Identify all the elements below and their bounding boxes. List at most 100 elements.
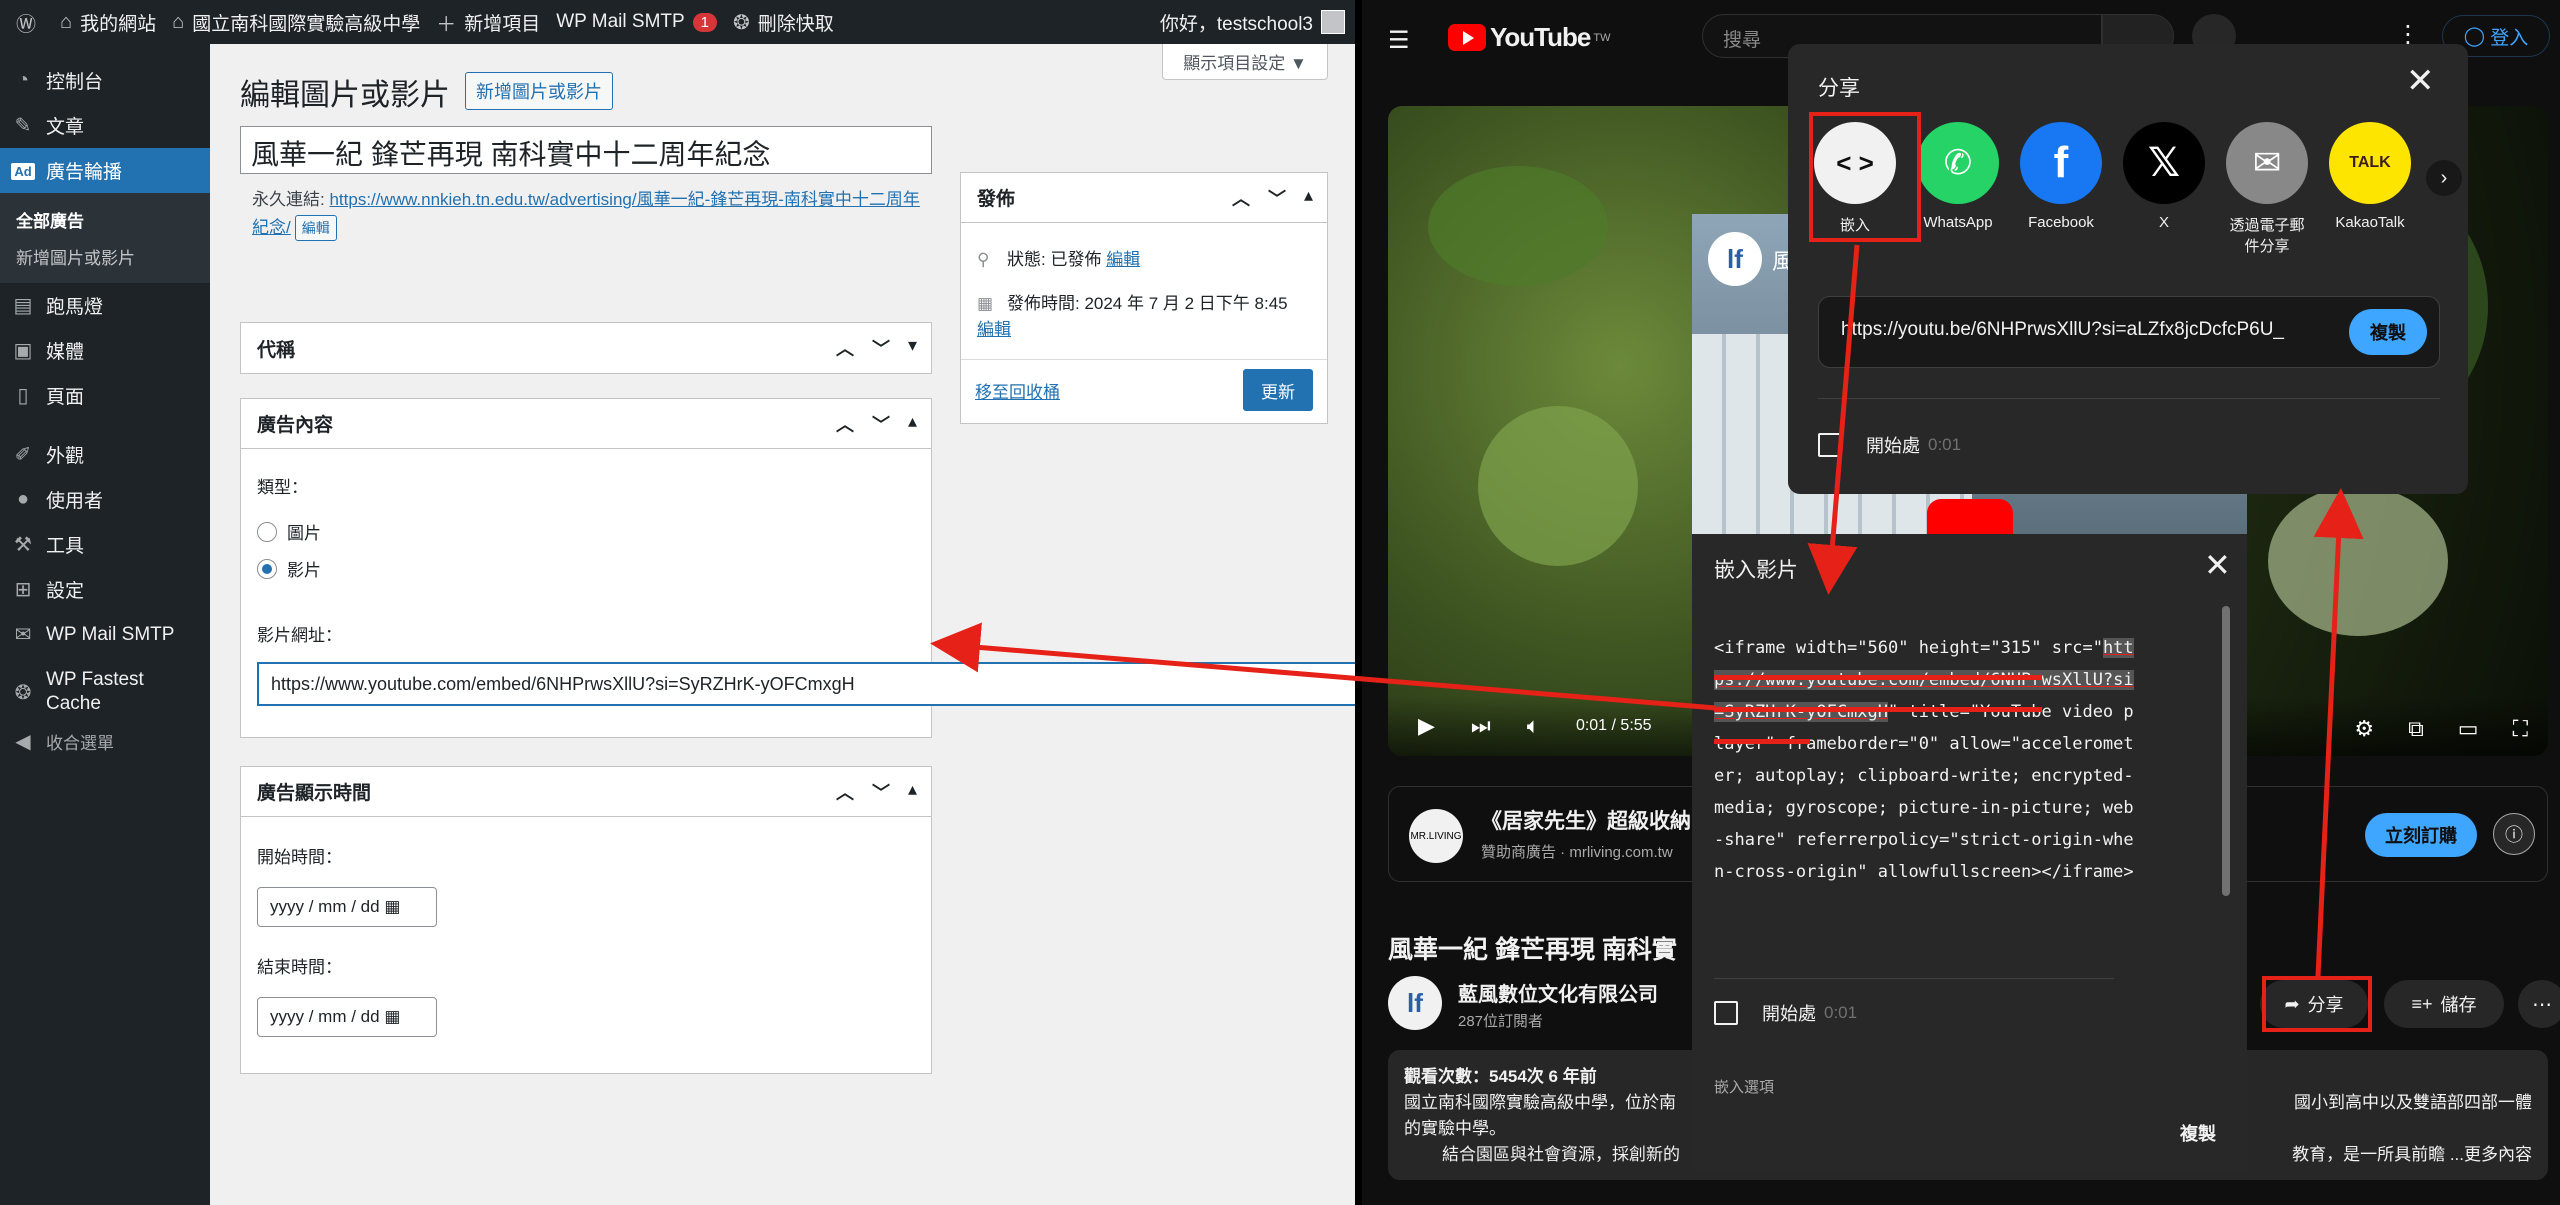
sidebar-item-smtp[interactable]: ✉ WP Mail SMTP xyxy=(0,612,210,657)
youtube-logo[interactable]: YouTube TW xyxy=(1448,22,1610,53)
info-icon[interactable]: ⓘ xyxy=(2493,813,2535,855)
settings-icon: ⊞ xyxy=(14,579,32,601)
chevron-down-icon[interactable]: ﹀ xyxy=(1268,185,1286,211)
wp-logo[interactable]: Ⓦ xyxy=(16,8,44,37)
volume-icon[interactable]: 🔈︎ xyxy=(1527,713,1540,739)
share-url-input[interactable]: https://youtu.be/6NHPrwsXllU?si=aLZfx8jc… xyxy=(1841,319,2321,341)
radio-video[interactable]: 影片 xyxy=(257,556,321,581)
chevron-up-icon[interactable]: ︿ xyxy=(836,335,854,361)
calendar-icon[interactable]: ▦ xyxy=(384,897,400,916)
sidebar-item-pages[interactable]: ▯ 頁面 xyxy=(0,373,210,418)
checkbox[interactable] xyxy=(1714,1001,1738,1025)
screen-options-button[interactable]: 顯示項目設定 ▼ xyxy=(1162,44,1328,80)
toggle-down-icon[interactable]: ▾ xyxy=(908,335,917,361)
post-title-input[interactable]: 風華一紀 鋒芒再現 南科實中十二周年紀念 xyxy=(240,126,932,174)
sidebar-item-ads[interactable]: Ad 廣告輪播 xyxy=(0,148,210,193)
ad-order-button[interactable]: 立刻訂購 xyxy=(2365,813,2477,857)
submenu-add-new[interactable]: 新增圖片或影片 xyxy=(0,238,210,275)
video-url-input[interactable]: https://www.youtube.com/embed/6NHPrwsXll… xyxy=(257,662,1355,706)
miniplayer-icon[interactable]: ⧉ xyxy=(2408,716,2424,742)
close-icon[interactable]: ✕ xyxy=(2204,549,2231,581)
chevron-up-icon[interactable]: ︿ xyxy=(836,411,854,437)
sidebar-item-media[interactable]: ▣ 媒體 xyxy=(0,328,210,373)
hamburger-menu-icon[interactable]: ☰ xyxy=(1388,26,1410,55)
start-date-input[interactable]: yyyy / mm / dd ▦ xyxy=(257,887,437,927)
toggle-up-icon[interactable]: ▴ xyxy=(908,411,917,437)
share-option-email[interactable]: ✉ 透過電子郵件分享 xyxy=(2224,122,2310,256)
start-at-checkbox[interactable]: 開始處 0:01 xyxy=(1818,432,1961,458)
embed-code[interactable]: <iframe width="560" height="315" src="ht… xyxy=(1714,632,2134,888)
main-content: 顯示項目設定 ▼ 編輯圖片或影片 新增圖片或影片 風華一紀 鋒芒再現 南科實中十… xyxy=(210,44,1355,1205)
start-time-label: 開始時間： xyxy=(257,848,342,867)
date-placeholder: yyyy / mm / dd xyxy=(270,1007,380,1026)
chevron-right-icon[interactable]: › xyxy=(2426,160,2462,196)
permalink-link[interactable]: https://www.nnkieh.tn.edu.tw/advertising… xyxy=(252,190,920,237)
chevron-up-icon[interactable]: ︿ xyxy=(836,779,854,805)
user-icon: ● xyxy=(16,488,30,510)
plus-icon: ＋ xyxy=(436,13,457,36)
sidebar-item-appearance[interactable]: ✐ 外觀 xyxy=(0,432,210,477)
share-option-whatsapp[interactable]: ✆ WhatsApp xyxy=(1915,122,2001,231)
my-sites-link[interactable]: ⌂ 我的網站 xyxy=(60,9,156,36)
more-actions-icon[interactable]: ⋯ xyxy=(2518,980,2560,1028)
toggle-up-icon[interactable]: ▴ xyxy=(1304,185,1313,211)
sidebar-item-posts[interactable]: ✎ 文章 xyxy=(0,103,210,148)
embed-copy-button[interactable]: 複製 xyxy=(2180,1120,2216,1146)
new-item-link[interactable]: ＋ 新增項目 xyxy=(436,8,540,37)
update-button[interactable]: 更新 xyxy=(1243,369,1313,411)
calendar-icon[interactable]: ▦ xyxy=(384,1007,400,1026)
share-option-x[interactable]: 𝕏X xyxy=(2121,122,2207,231)
clear-cache-link[interactable]: ❂ 刪除快取 xyxy=(733,9,834,36)
account-menu[interactable]: 你好，testschool3 xyxy=(1160,9,1345,36)
publish-header[interactable]: 發佈 ︿ ﹀ ▴ xyxy=(961,173,1327,223)
toggle-up-icon[interactable]: ▴ xyxy=(908,779,917,805)
sidebar-item-marquee[interactable]: ▤ 跑馬燈 xyxy=(0,283,210,328)
bokeh xyxy=(1428,166,1608,286)
channel-avatar[interactable]: lf xyxy=(1388,976,1442,1030)
settings-icon[interactable]: ⚙ xyxy=(2354,716,2374,742)
channel-name[interactable]: 藍風數位文化有限公司 xyxy=(1458,978,1658,1007)
trash-link[interactable]: 移至回收桶 xyxy=(975,378,1060,403)
chevron-up-icon[interactable]: ︿ xyxy=(1232,185,1250,211)
smtp-link[interactable]: WP Mail SMTP 1 xyxy=(556,11,718,33)
ad-time-header[interactable]: 廣告顯示時間 ︿ ﹀ ▴ xyxy=(241,767,931,817)
sidebar-item-settings[interactable]: ⊞ 設定 xyxy=(0,567,210,612)
chevron-down-icon[interactable]: ﹀ xyxy=(872,779,890,805)
sidebar-item-dashboard[interactable]: ◔ 控制台 xyxy=(0,58,210,103)
submenu-all-ads[interactable]: 全部廣告 xyxy=(0,201,210,238)
save-button[interactable]: ≡+ 儲存 xyxy=(2384,980,2504,1028)
ad-logo-text: MR.LIVING xyxy=(1410,830,1462,842)
sidebar-item-cache[interactable]: ❂ WP Fastest Cache xyxy=(0,657,210,719)
channel-avatar-text: lf xyxy=(1407,987,1423,1018)
sidebar-label: WP Mail SMTP xyxy=(46,623,175,645)
publish-time-edit-link[interactable]: 編輯 xyxy=(977,317,1011,343)
checkbox[interactable] xyxy=(1818,433,1842,457)
permalink-edit-button[interactable]: 編輯 xyxy=(294,215,337,241)
next-icon[interactable]: ⏭ xyxy=(1471,713,1491,739)
scrollbar[interactable] xyxy=(2222,606,2230,896)
ad-content-header[interactable]: 廣告內容 ︿ ﹀ ▴ xyxy=(241,399,931,449)
end-date-input[interactable]: yyyy / mm / dd ▦ xyxy=(257,997,437,1037)
sidebar-item-tools[interactable]: ⚒ 工具 xyxy=(0,522,210,567)
share-option-kakaotalk[interactable]: TALK KakaoTalk xyxy=(2327,122,2413,231)
status-edit-link[interactable]: 編輯 xyxy=(1106,247,1140,273)
sidebar-label: 收合選單 xyxy=(46,734,114,753)
fullscreen-icon[interactable]: ⛶ xyxy=(2513,716,2528,742)
close-icon[interactable]: ✕ xyxy=(2406,64,2435,98)
sidebar-collapse[interactable]: ◀ 收合選單 xyxy=(0,719,210,764)
slug-box-header[interactable]: 代稱 ︿ ﹀ ▾ xyxy=(241,323,931,373)
site-name-link[interactable]: ⌂ 國立南科國際實驗高級中學 xyxy=(172,9,420,36)
email-icon: ✉ xyxy=(2226,122,2308,204)
sidebar-label: 工具 xyxy=(46,536,85,557)
add-new-button[interactable]: 新增圖片或影片 xyxy=(465,72,613,110)
embed-start-at-checkbox[interactable]: 開始處 0:01 xyxy=(1714,1000,1857,1026)
sidebar-item-users[interactable]: ● 使用者 xyxy=(0,477,210,522)
chevron-down-icon[interactable]: ﹀ xyxy=(872,335,890,361)
share-option-facebook[interactable]: f Facebook xyxy=(2018,122,2104,231)
x-icon: 𝕏 xyxy=(2123,122,2205,204)
copy-link-button[interactable]: 複製 xyxy=(2349,309,2427,355)
chevron-down-icon[interactable]: ﹀ xyxy=(872,411,890,437)
play-icon[interactable]: ▶ xyxy=(1418,713,1435,739)
radio-image[interactable]: 圖片 xyxy=(257,519,321,544)
theater-icon[interactable]: ▭ xyxy=(2458,716,2479,742)
